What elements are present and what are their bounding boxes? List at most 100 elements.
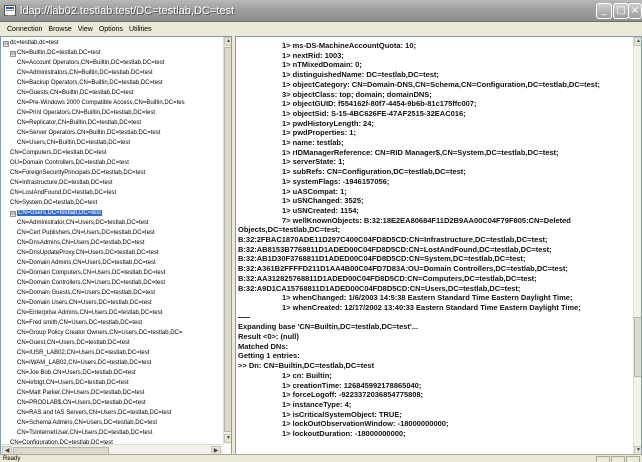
output-line: 1> uSNCreated: 1154; [282,205,359,215]
output-line: >> Dn: CN=Builtin,DC=testlab,DC=test [238,361,375,371]
menu-options[interactable]: Options [96,23,126,36]
tree-node-label: CN=TsInternetUser,CN=Users,DC=testlab,DC… [17,430,153,436]
tree-node[interactable]: CN=LostAndFound,DC=testlab,DC=test [10,189,116,198]
tree-node[interactable]: CN=ForeignSecurityPrincipals,DC=testlab,… [10,169,145,178]
tree-node-label: CN=Administrator,CN=Users,DC=testlab,DC=… [17,220,149,226]
tree-node-label: CN=Cert Publishers,CN=Users,DC=testlab,D… [17,230,155,236]
tree-view[interactable]: ⊟ dc=testlab,dc=test ⊟ CN=Builtin,DC=testla… [1,37,223,444]
scroll-thumb[interactable] [634,317,641,377]
output-line: 1> objectGUID: f554162f-80f7-4454-9b6b-8… [282,99,477,109]
tree-node[interactable]: CN=IUSR_LAB02,CN=Users,DC=testlab,DC=tes… [17,349,149,358]
tree-node[interactable]: CN=IWAM_LAB02,CN=Users,DC=testlab,DC=tes… [17,359,151,368]
tree-node[interactable]: CN=TsInternetUser,CN=Users,DC=testlab,DC… [17,429,152,438]
tree-node[interactable]: CN=Pre-Windows 2000 Compatible Access,CN… [17,99,185,108]
output-line: 1> instanceType: 4; [282,399,352,409]
tree-node[interactable]: CN=Backup Operators,CN=Builtin,DC=testla… [17,79,163,88]
tree-node[interactable]: CN=Domain Controllers,CN=Users,DC=testla… [17,279,165,288]
tree-node[interactable]: CN=PRODLAB$,CN=Users,DC=testlab,DC=test [17,399,146,408]
tree-node[interactable]: ⊟ dc=testlab,dc=test [3,39,59,48]
scroll-down-arrow-icon[interactable]: ▼ [224,434,231,443]
tree-node[interactable]: ⊟ CN=Users,DC=testlab,DC=test [10,209,102,218]
tree-node[interactable]: CN=Fred smith,CN=Users,DC=testlab,DC=tes… [17,319,142,328]
tree-node[interactable]: CN=Administrator,CN=Users,DC=testlab,DC=… [17,219,149,228]
output-pane[interactable]: 1> ms-DS-MachineAccountQuota: 10; 1> next… [235,36,642,456]
tree-node[interactable]: CN=Domain Computers,CN=Users,DC=testlab,… [17,269,165,278]
output-line: 1> pwdProperties: 1; [282,128,356,138]
maximize-button[interactable]: □ [613,3,629,19]
tree-node-label: CN=Account Operators,CN=Builtin,DC=testl… [17,60,165,66]
output-line: 1> objectCategory: CN=Domain-DNS,CN=Sche… [282,79,600,89]
tree-node[interactable]: CN=Administrators,CN=Builtin,DC=testlab,… [17,69,153,78]
tree-node-label: OU=Domain Controllers,DC=testlab,DC=test [10,160,129,166]
tree-node-label: CN=Server Operators,CN=Builtin,DC=testla… [17,130,161,136]
tree-node[interactable]: CN=Enterprise Admins,CN=Users,DC=testlab… [17,309,162,318]
tree-vertical-scrollbar[interactable]: ▲ ▼ [223,37,231,444]
tree-node[interactable]: CN=Replicator,CN=Builtin,DC=testlab,DC=t… [17,119,141,128]
tree-node-label: CN=Domain Admins,CN=Users,DC=testlab,DC=… [17,260,156,266]
tree-node[interactable]: CN=Domain Admins,CN=Users,DC=testlab,DC=… [17,259,156,268]
tree-node[interactable]: CN=System,DC=testlab,DC=test [10,199,97,208]
tree-node[interactable]: CN=RAS and IAS Servers,CN=Users,DC=testl… [17,409,171,418]
tree-node-label: CN=PRODLAB$,CN=Users,DC=testlab,DC=test [17,400,146,406]
tree-node[interactable]: CN=krbtgt,CN=Users,DC=testlab,DC=test [17,379,129,388]
output-line: 1> systemFlags: -1946157056; [282,176,390,186]
menu-browse[interactable]: Browse [45,23,74,36]
output-line: B:32:A361B2FFFFD211D1AA4B00C04FD7D83A:OU… [238,264,568,274]
scroll-thumb[interactable] [224,47,231,432]
menu-utilities[interactable]: Utilities [126,23,155,36]
tree-node[interactable]: CN=Domain Guests,CN=Users,DC=testlab,DC=… [17,289,155,298]
scroll-up-arrow-icon[interactable]: ▲ [224,37,231,46]
tree-node-label: dc=testlab,dc=test [10,40,59,46]
tree-node[interactable]: CN=DnsUpdateProxy,CN=Users,DC=testlab,DC… [17,249,159,258]
tree-node-label: CN=Replicator,CN=Builtin,DC=testlab,DC=t… [17,120,142,126]
output-line: 1> pwdHistoryLength: 24; [282,118,374,128]
close-button[interactable]: × [628,3,642,19]
output-line: 1> whenCreated: 12/17/2002 13:40:33 East… [282,302,581,312]
tree-node-label: CN=RAS and IAS Servers,CN=Users,DC=testl… [17,410,172,416]
scroll-up-arrow-icon[interactable]: ▲ [634,37,641,46]
tree-node[interactable]: CN=Computers,DC=testlab,DC=test [10,149,107,158]
output-line: 1> name: testlab; [282,138,344,147]
output-line: 1> rIDManagerReference: CN=RID Manager$,… [282,147,559,157]
tree-node[interactable]: ⊟ CN=Builtin,DC=testlab,DC=test [10,49,101,58]
output-line: 1> creationTime: 126845992178865040; [282,380,422,390]
tree-node[interactable]: CN=Matt Parker,CN=Users,DC=testlab,DC=te… [17,389,144,398]
tree-node[interactable]: CN=Server Operators,CN=Builtin,DC=testla… [17,129,160,138]
tree-node[interactable]: CN=DnsAdmins,CN=Users,DC=testlab,DC=test [17,239,144,248]
output-line: 1> isCriticalSystemObject: TRUE; [282,409,402,419]
output-line: 1> nextRid: 1003; [282,50,344,60]
tree-node-label: CN=Users,CN=Builtin,DC=testlab,DC=test [17,140,131,146]
tree-node[interactable]: OU=Domain Controllers,DC=testlab,DC=test [10,159,129,168]
tree-node[interactable]: CN=Account Operators,CN=Builtin,DC=testl… [17,59,164,68]
expand-toggle-icon[interactable]: ⊟ [10,210,16,217]
tree-node[interactable]: CN=Users,CN=Builtin,DC=testlab,DC=test [17,139,130,148]
output-line: 1> forceLogoff: -9223372036854775808; [282,390,424,400]
tree-node[interactable]: CN=Joe Bob,CN=Users,DC=testlab,DC=test [17,369,136,378]
output-line: B:32:AB1D30F3768811D1ADED00C04FD8D5CD:CN… [238,254,526,264]
tree-node[interactable]: CN=Guest,CN=Users,DC=testlab,DC=test [17,339,130,348]
tree-node[interactable]: CN=Domain Users,CN=Users,DC=testlab,DC=t… [17,299,152,308]
menu-connection[interactable]: Connection [4,23,45,36]
tree-node[interactable]: CN=Cert Publishers,CN=Users,DC=testlab,D… [17,229,155,238]
tree-node[interactable]: CN=Guests,CN=Builtin,DC=testlab,DC=test [17,89,133,98]
tree-node[interactable]: CN=Print Operators,CN=Builtin,DC=testlab… [17,109,155,118]
title-bar: ldap://lab02.testlab.test/DC=testlab,DC=… [0,0,642,22]
minimize-button[interactable]: _ [596,3,612,19]
tree-node[interactable]: CN=Schema Admins,CN=Users,DC=testlab,DC=… [17,419,157,428]
tree-node-label: CN=LostAndFound,DC=testlab,DC=test [10,190,117,196]
tree-node[interactable]: CN=Infrastructure,DC=testlab,DC=test [10,179,113,188]
menu-view[interactable]: View [75,23,96,36]
tree-node-label: CN=DnsAdmins,CN=Users,DC=testlab,DC=test [17,240,145,246]
tree-node[interactable]: CN=Group Policy Creator Owners,CN=Users,… [17,329,182,338]
tree-pane[interactable]: ⊟ dc=testlab,dc=test ⊟ CN=Builtin,DC=testla… [0,36,232,456]
output-line: 1> nTMixedDomain: 0; [282,60,362,70]
tree-node-label: CN=Users,DC=testlab,DC=test [17,210,102,216]
expand-toggle-icon[interactable]: ⊟ [10,50,16,57]
expand-toggle-icon[interactable]: ⊟ [3,40,9,47]
output-line: 1> uASCompat: 1; [282,186,347,196]
output-vertical-scrollbar[interactable]: ▲ ▼ [633,37,641,455]
tree-node-label: CN=Domain Controllers,CN=Users,DC=testla… [17,280,166,286]
output-line: 1> whenChanged: 1/6/2003 14:5:38 Eastern… [282,293,573,303]
status-bar: Ready [0,454,642,462]
status-cell [626,456,640,462]
